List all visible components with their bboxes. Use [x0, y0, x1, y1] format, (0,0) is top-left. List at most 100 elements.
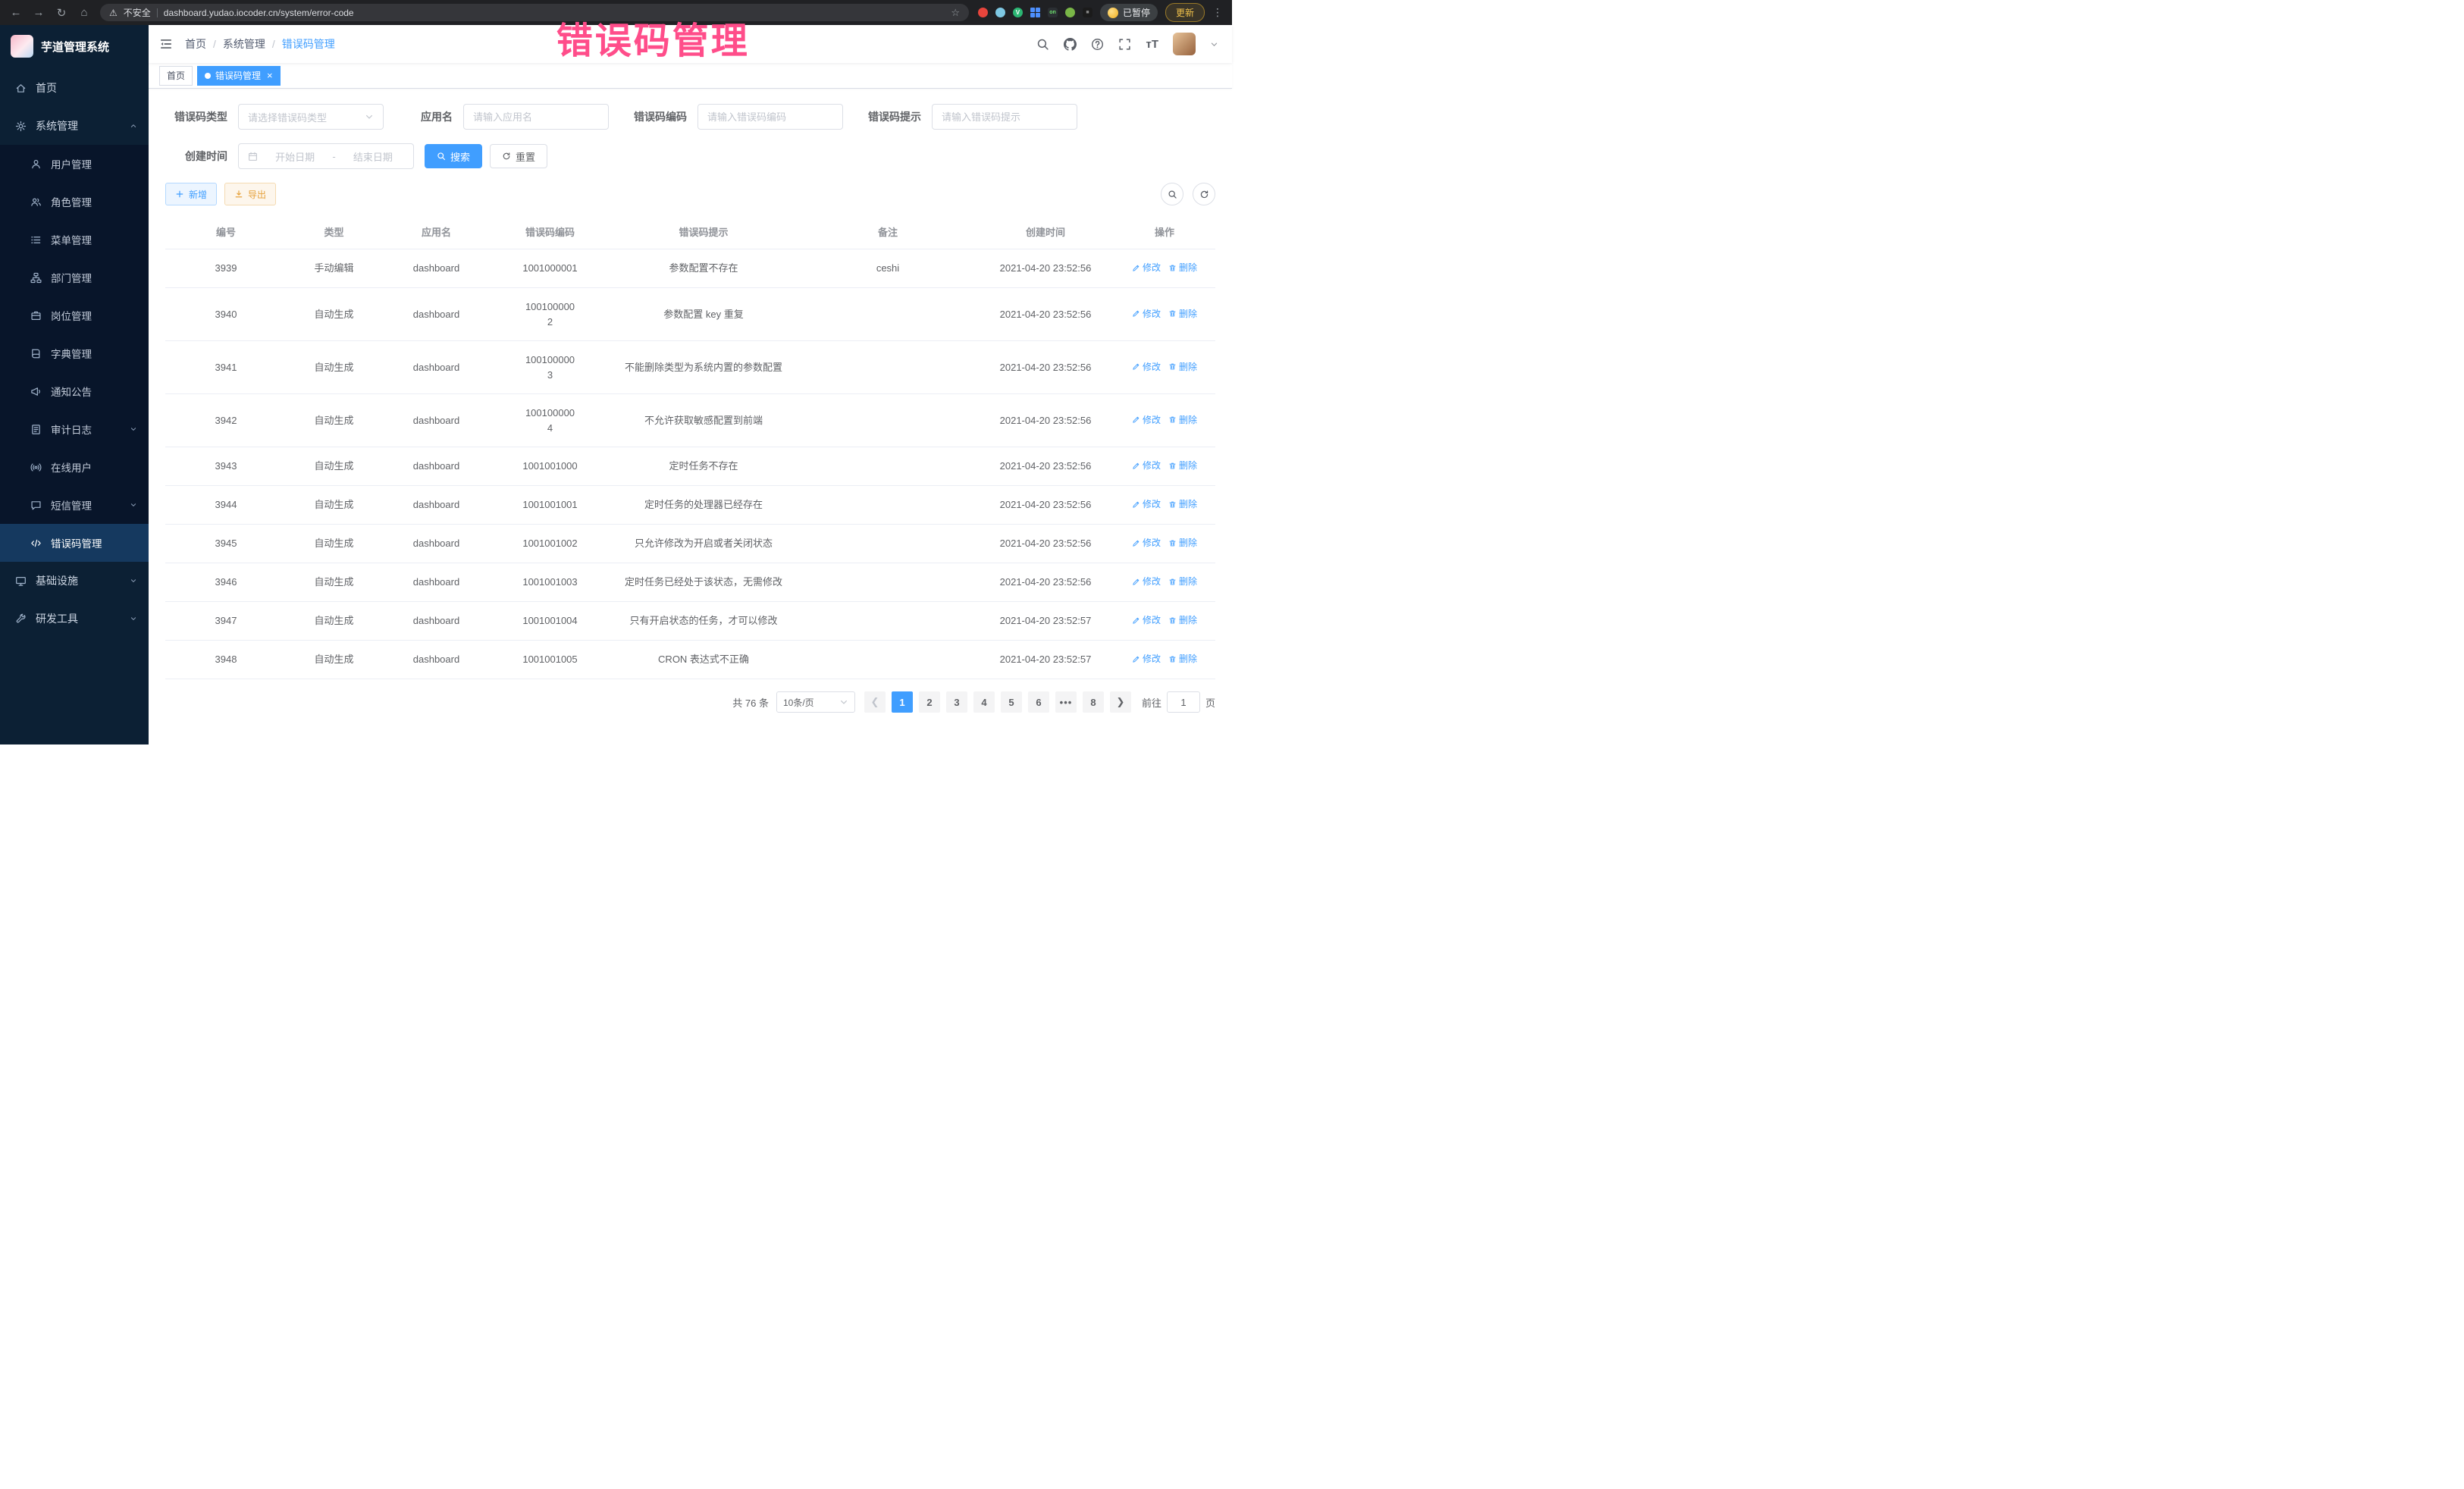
page-button-3[interactable]: 3	[946, 691, 967, 713]
cell-actions: 修改删除	[1114, 563, 1215, 602]
sidebar-item-audit-log[interactable]: 审计日志	[0, 410, 149, 448]
close-icon[interactable]: ×	[267, 71, 273, 80]
user-avatar[interactable]	[1173, 33, 1196, 55]
sidebar-item-label: 基础设施	[36, 573, 78, 588]
sidebar-item-label: 角色管理	[51, 194, 92, 209]
edit-link[interactable]: 修改	[1132, 575, 1161, 588]
delete-link[interactable]: 删除	[1168, 307, 1197, 321]
address-bar[interactable]: ⚠ 不安全 dashboard.yudao.iocoder.cn/system/…	[100, 4, 969, 21]
sidebar-item-menu-mgmt[interactable]: 菜单管理	[0, 221, 149, 259]
goto-page-input[interactable]	[1167, 691, 1200, 713]
next-page-button[interactable]: ❯	[1110, 691, 1131, 713]
page-button-6[interactable]: 6	[1028, 691, 1049, 713]
delete-link[interactable]: 删除	[1168, 413, 1197, 427]
sidebar-item-system-mgmt[interactable]: 系统管理	[0, 107, 149, 145]
browser-update-button[interactable]: 更新	[1165, 3, 1205, 22]
edit-link[interactable]: 修改	[1132, 497, 1161, 511]
prev-page-button[interactable]: ❮	[864, 691, 886, 713]
cell-id: 3948	[165, 641, 287, 679]
page-button-4[interactable]: 4	[973, 691, 995, 713]
page-button-8[interactable]: 8	[1083, 691, 1104, 713]
breadcrumb-system[interactable]: 系统管理	[223, 36, 265, 52]
sidebar-item-user-mgmt[interactable]: 用户管理	[0, 145, 149, 183]
tag-active[interactable]: 错误码管理×	[197, 66, 281, 86]
extension-icon-leaf[interactable]	[1065, 8, 1075, 17]
cell-message: 参数配置不存在	[609, 249, 798, 288]
delete-link[interactable]: 删除	[1168, 536, 1197, 550]
breadcrumb-home[interactable]: 首页	[185, 36, 206, 52]
edit-link[interactable]: 修改	[1132, 360, 1161, 374]
error-type-select[interactable]: 请选择错误码类型	[238, 104, 384, 130]
export-button[interactable]: 导出	[224, 183, 276, 205]
sidebar-item-home[interactable]: 首页	[0, 69, 149, 107]
hamburger-icon[interactable]	[159, 37, 173, 51]
browser-refresh-button[interactable]: ↻	[55, 6, 68, 20]
delete-link[interactable]: 删除	[1168, 575, 1197, 588]
sidebar-logo[interactable]: 芋道管理系统	[0, 25, 149, 67]
delete-link[interactable]: 删除	[1168, 360, 1197, 374]
delete-link[interactable]: 删除	[1168, 261, 1197, 274]
edit-link[interactable]: 修改	[1132, 413, 1161, 427]
browser-back-button[interactable]: ←	[9, 6, 23, 19]
add-button[interactable]: 新增	[165, 183, 217, 205]
font-size-icon[interactable]: тT	[1146, 38, 1158, 51]
extension-icon-red[interactable]	[978, 8, 988, 17]
github-icon[interactable]	[1064, 38, 1077, 51]
edit-link[interactable]: 修改	[1132, 307, 1161, 321]
chevron-down-icon[interactable]	[1210, 40, 1218, 49]
browser-forward-button[interactable]: →	[32, 6, 45, 19]
page-button-1[interactable]: 1	[892, 691, 913, 713]
edit-link[interactable]: 修改	[1132, 261, 1161, 274]
sidebar-item-dev-tools[interactable]: 研发工具	[0, 600, 149, 638]
sidebar-item-role-mgmt[interactable]: 角色管理	[0, 183, 149, 221]
cell-created: 2021-04-20 23:52:56	[977, 447, 1114, 486]
extension-icon-green-v[interactable]: V	[1013, 8, 1023, 17]
paused-profile-chip[interactable]: 已暂停	[1100, 4, 1158, 21]
date-range-picker[interactable]: 开始日期 - 结束日期	[238, 143, 414, 169]
delete-link[interactable]: 删除	[1168, 613, 1197, 627]
edit-link[interactable]: 修改	[1132, 613, 1161, 627]
fullscreen-icon[interactable]	[1118, 38, 1131, 51]
cell-created: 2021-04-20 23:52:56	[977, 394, 1114, 447]
page-size-select[interactable]: 10条/页	[776, 691, 855, 713]
extensions-puzzle-icon[interactable]: ■	[1083, 8, 1092, 17]
extension-icon-cyan[interactable]	[995, 8, 1005, 17]
sidebar-item-dept-mgmt[interactable]: 部门管理	[0, 259, 149, 296]
sidebar-item-dict-mgmt[interactable]: 字典管理	[0, 334, 149, 372]
help-icon[interactable]	[1091, 38, 1104, 51]
delete-link[interactable]: 删除	[1168, 497, 1197, 511]
edit-link[interactable]: 修改	[1132, 652, 1161, 666]
sidebar-item-infra[interactable]: 基础设施	[0, 562, 149, 600]
edit-link[interactable]: 修改	[1132, 536, 1161, 550]
browser-menu-icon[interactable]: ⋮	[1212, 6, 1223, 19]
delete-link[interactable]: 删除	[1168, 459, 1197, 472]
search-button[interactable]: 搜索	[425, 144, 482, 168]
delete-link[interactable]: 删除	[1168, 652, 1197, 666]
extension-icon-grid[interactable]	[1030, 8, 1040, 17]
sidebar-item-online-user[interactable]: 在线用户	[0, 448, 149, 486]
toggle-search-button[interactable]	[1161, 183, 1183, 205]
sidebar-item-error-code-mgmt[interactable]: 错误码管理	[0, 524, 149, 562]
code-icon	[30, 538, 42, 549]
error-message-input[interactable]	[932, 104, 1077, 130]
page-button-2[interactable]: 2	[919, 691, 940, 713]
error-code-input[interactable]	[698, 104, 843, 130]
extension-icon-on[interactable]: on	[1048, 8, 1058, 17]
sidebar-item-post-mgmt[interactable]: 岗位管理	[0, 296, 149, 334]
tag-item[interactable]: 首页	[159, 66, 193, 86]
sidebar-item-notice[interactable]: 通知公告	[0, 372, 149, 410]
bookmark-star-icon[interactable]: ☆	[951, 7, 960, 19]
refresh-table-button[interactable]	[1193, 183, 1215, 205]
cell-app: dashboard	[381, 602, 491, 641]
edit-link[interactable]: 修改	[1132, 459, 1161, 472]
browser-home-button[interactable]: ⌂	[77, 6, 91, 19]
page-button-5[interactable]: 5	[1001, 691, 1022, 713]
error-type-label: 错误码类型	[165, 109, 227, 124]
pager-ellipsis[interactable]: •••	[1055, 691, 1077, 713]
cell-type: 自动生成	[287, 341, 381, 394]
search-icon[interactable]	[1036, 38, 1049, 51]
sidebar-item-sms-mgmt[interactable]: 短信管理	[0, 486, 149, 524]
sidebar-item-label: 在线用户	[51, 459, 92, 475]
app-name-input[interactable]	[463, 104, 609, 130]
reset-button[interactable]: 重置	[490, 144, 547, 168]
